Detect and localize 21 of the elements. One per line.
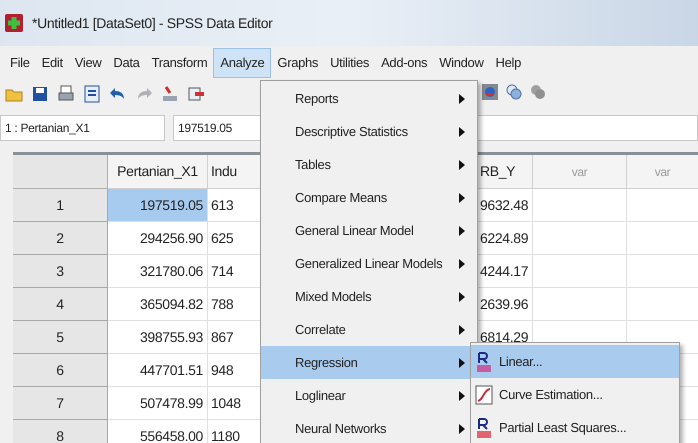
- table-cell: 613: [208, 189, 260, 222]
- table-cell: 4244.17: [478, 255, 533, 288]
- table-cell: 788: [208, 288, 260, 321]
- table-cell: 948: [208, 354, 260, 387]
- table-cell: 1048: [208, 387, 260, 420]
- table-cell: 197519.05: [108, 189, 208, 222]
- table-cell: 625: [208, 222, 260, 255]
- table-cell: 365094.82: [108, 288, 208, 321]
- table-cell: 2639.96: [478, 288, 533, 321]
- table-cell: 6224.89: [478, 222, 533, 255]
- table-cell: 556458.00: [108, 420, 208, 443]
- table-cell: 714: [208, 255, 260, 288]
- table-cell: 398755.93: [108, 321, 208, 354]
- table-cell: 507478.99: [108, 387, 208, 420]
- table-cell: 447701.51: [108, 354, 208, 387]
- window-title: *Untitled1 [DataSet0] - SPSS Data Editor: [32, 14, 272, 33]
- table-cell: 1180: [208, 420, 260, 443]
- table-cell: 9632.48: [478, 189, 533, 222]
- table-cell: 321780.06: [108, 255, 208, 288]
- table-cell: 867: [208, 321, 260, 354]
- table-cell: 294256.90: [108, 222, 208, 255]
